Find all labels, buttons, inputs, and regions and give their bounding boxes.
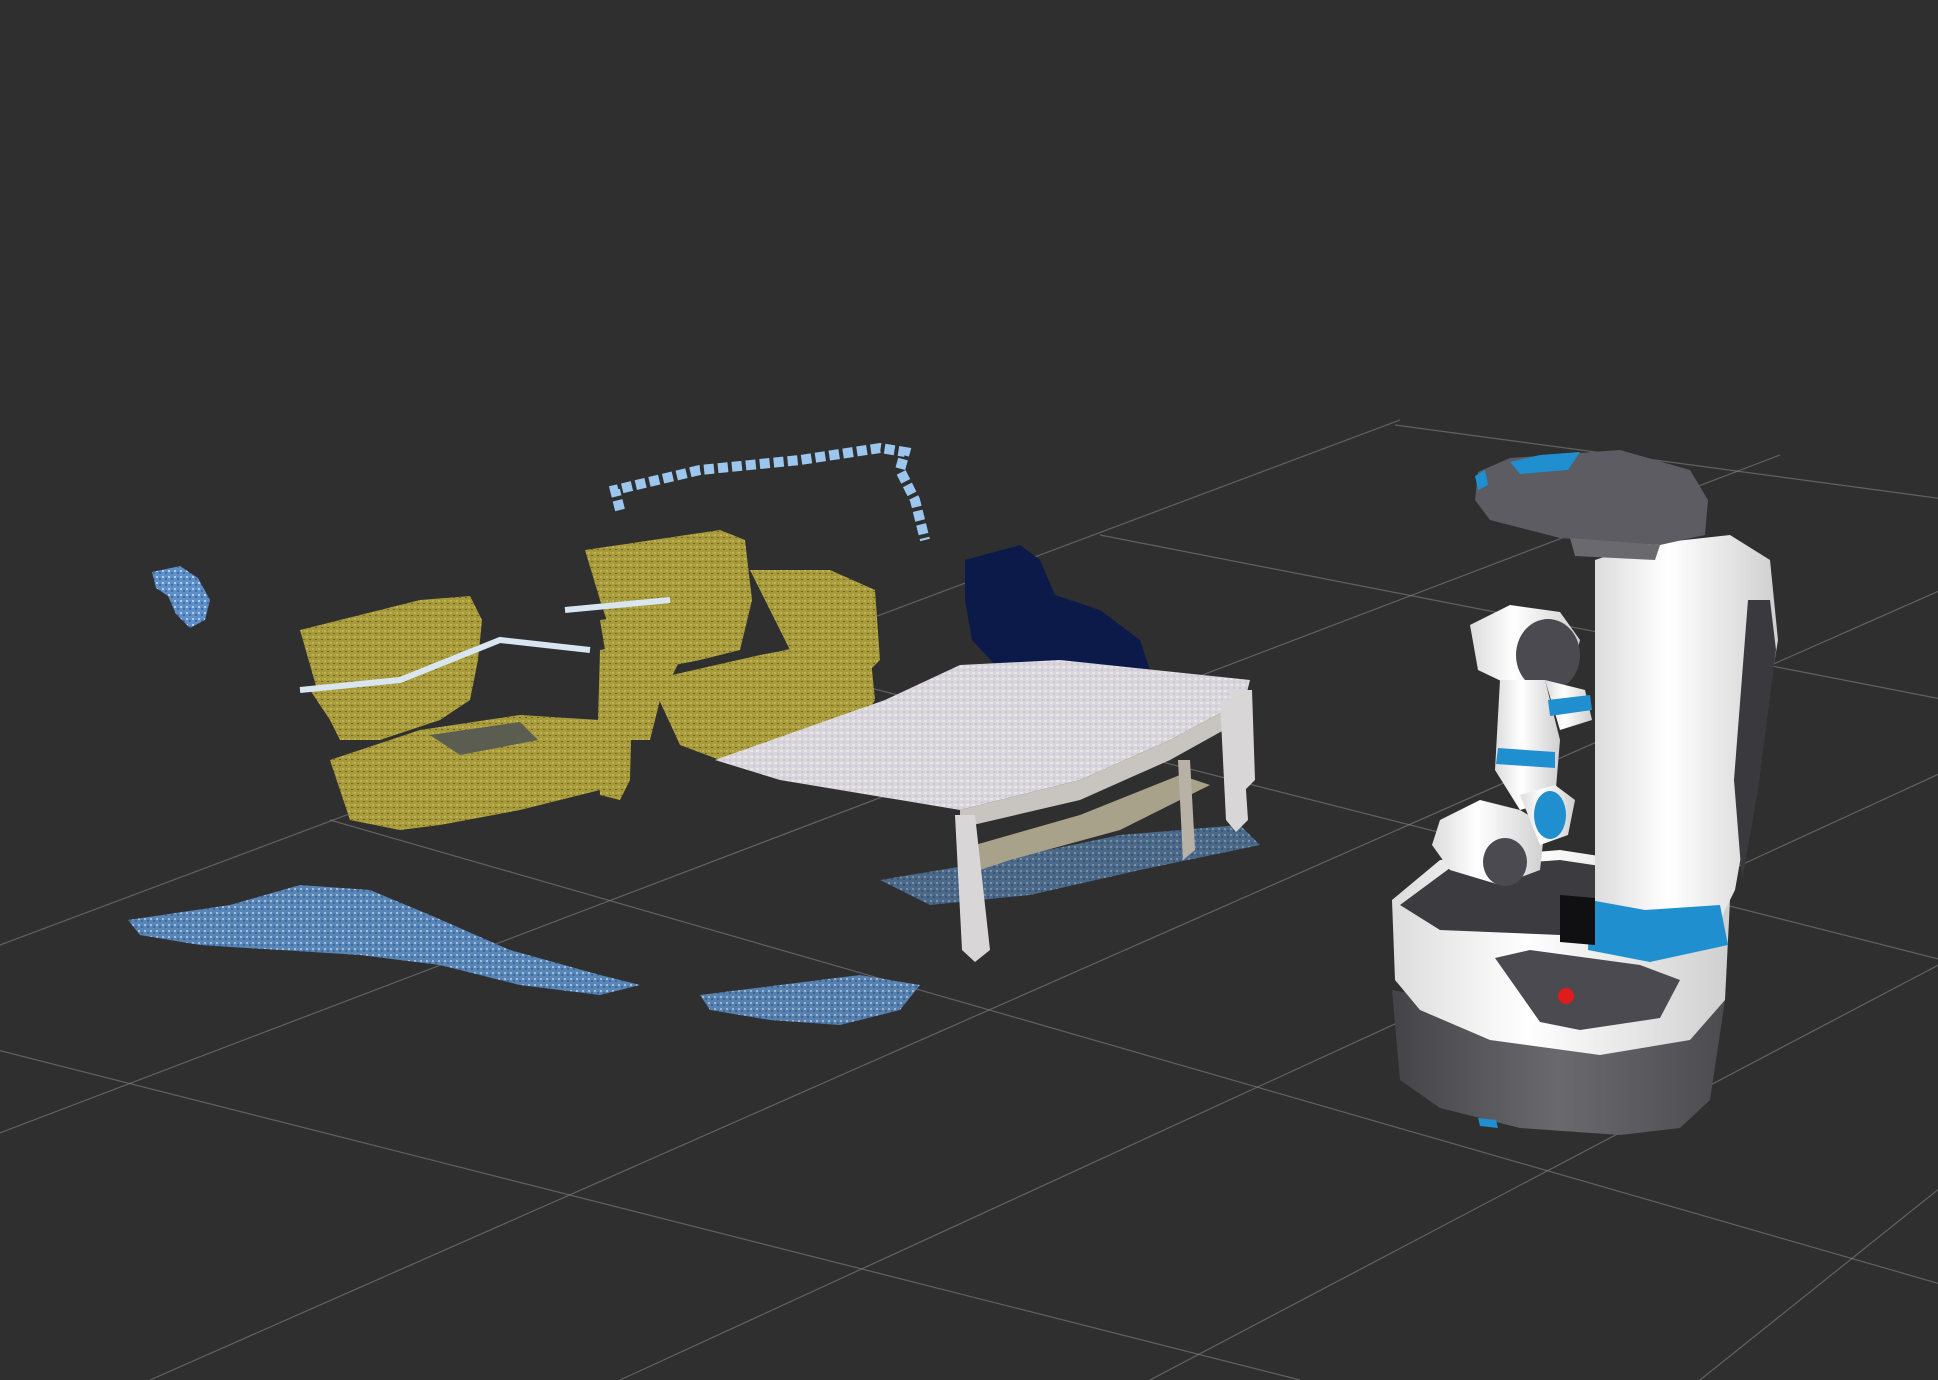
dark-object <box>965 545 1150 675</box>
3d-viewport[interactable] <box>0 0 1938 1380</box>
robot-head <box>1475 450 1708 545</box>
grid-line <box>0 1050 1301 1380</box>
status-indicator <box>1558 988 1574 1004</box>
robot-arm <box>1432 605 1592 886</box>
armchair <box>299 596 632 830</box>
mobile-manipulator-robot[interactable] <box>1392 450 1778 1135</box>
floor-points <box>128 885 640 995</box>
floor-points <box>700 975 920 1025</box>
wall-edge-points <box>608 442 930 542</box>
point-cloud <box>128 442 1260 1025</box>
scene-canvas[interactable] <box>0 0 1938 1380</box>
floor-points <box>152 566 210 628</box>
grid-line <box>1699 1188 1938 1380</box>
robot-torso-dark <box>1560 895 1595 945</box>
